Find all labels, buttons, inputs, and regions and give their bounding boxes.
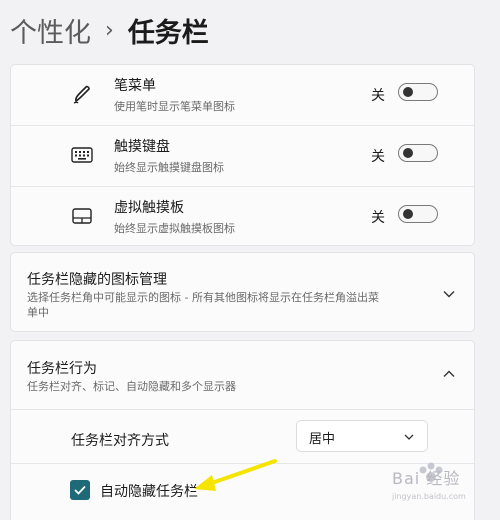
watermark-text: Bai 经验 <box>392 469 461 488</box>
touchpad-icon <box>69 203 95 229</box>
overflow-subtitle-line1: 选择任务栏角中可能显示的图标 - 所有其他图标将显示在任务栏角溢出菜 <box>27 291 379 304</box>
taskbar-overflow-section[interactable]: 任务栏隐藏的图标管理 选择任务栏角中可能显示的图标 - 所有其他图标将显示在任务… <box>10 252 475 332</box>
overflow-section-title: 任务栏隐藏的图标管理 <box>27 272 167 288</box>
alignment-select-value: 居中 <box>309 432 336 447</box>
pen-icon <box>69 81 95 107</box>
pen-menu-subtitle: 使用笔时显示笔菜单图标 <box>114 100 235 113</box>
breadcrumb-separator: › <box>105 17 114 43</box>
chevron-down-icon[interactable] <box>442 287 456 301</box>
virtual-touchpad-row: 虚拟触摸板 始终显示虚拟触摸板图标 关 <box>11 187 474 247</box>
watermark-url: jingyan.baidu.com <box>392 492 466 501</box>
chevron-up-icon[interactable] <box>442 367 456 381</box>
page-title: 任务栏 <box>127 17 209 49</box>
behavior-section-subtitle: 任务栏对齐、标记、自动隐藏和多个显示器 <box>27 380 236 393</box>
virtual-touchpad-subtitle: 始终显示虚拟触摸板图标 <box>114 222 235 235</box>
pen-menu-title: 笔菜单 <box>114 78 156 94</box>
pen-menu-toggle-state: 关 <box>371 88 385 104</box>
touch-keyboard-subtitle: 始终显示触摸键盘图标 <box>114 161 224 174</box>
toggle-knob <box>403 148 413 158</box>
taskbar-alignment-select[interactable]: 居中 <box>296 420 428 452</box>
touch-keyboard-toggle-state: 关 <box>371 149 385 165</box>
auto-hide-label[interactable]: 自动隐藏任务栏 <box>100 481 198 501</box>
toggle-knob <box>403 87 413 97</box>
corner-icons-card: 笔菜单 使用笔时显示笔菜单图标 关 触摸键盘 始终显示触摸键盘图标 关 虚拟触摸… <box>10 64 475 246</box>
touch-keyboard-row: 触摸键盘 始终显示触摸键盘图标 关 <box>11 126 474 186</box>
virtual-touchpad-toggle-state: 关 <box>371 210 385 226</box>
toggle-knob <box>403 209 413 219</box>
touch-keyboard-toggle[interactable] <box>398 144 438 162</box>
touch-keyboard-title: 触摸键盘 <box>114 139 170 155</box>
divider <box>11 409 474 410</box>
virtual-touchpad-title: 虚拟触摸板 <box>114 200 184 216</box>
breadcrumb: 个性化 › 任务栏 <box>10 8 209 52</box>
alignment-label: 任务栏对齐方式 <box>71 433 169 449</box>
chevron-down-icon <box>404 434 414 440</box>
pen-menu-toggle[interactable] <box>398 83 438 101</box>
annotation-arrow-icon <box>194 459 277 491</box>
pen-menu-row: 笔菜单 使用笔时显示笔菜单图标 关 <box>11 65 474 125</box>
behavior-section-header[interactable]: 任务栏行为 任务栏对齐、标记、自动隐藏和多个显示器 <box>11 341 474 409</box>
behavior-section-title: 任务栏行为 <box>27 361 97 377</box>
checkmark-icon <box>74 485 86 495</box>
overflow-section-subtitle: 选择任务栏角中可能显示的图标 - 所有其他图标将显示在任务栏角溢出菜 单中 <box>27 290 379 320</box>
auto-hide-checkbox[interactable] <box>70 480 90 500</box>
overflow-subtitle-line2: 单中 <box>27 306 49 319</box>
breadcrumb-parent[interactable]: 个性化 <box>10 11 91 50</box>
virtual-touchpad-toggle[interactable] <box>398 205 438 223</box>
keyboard-icon <box>69 142 95 168</box>
